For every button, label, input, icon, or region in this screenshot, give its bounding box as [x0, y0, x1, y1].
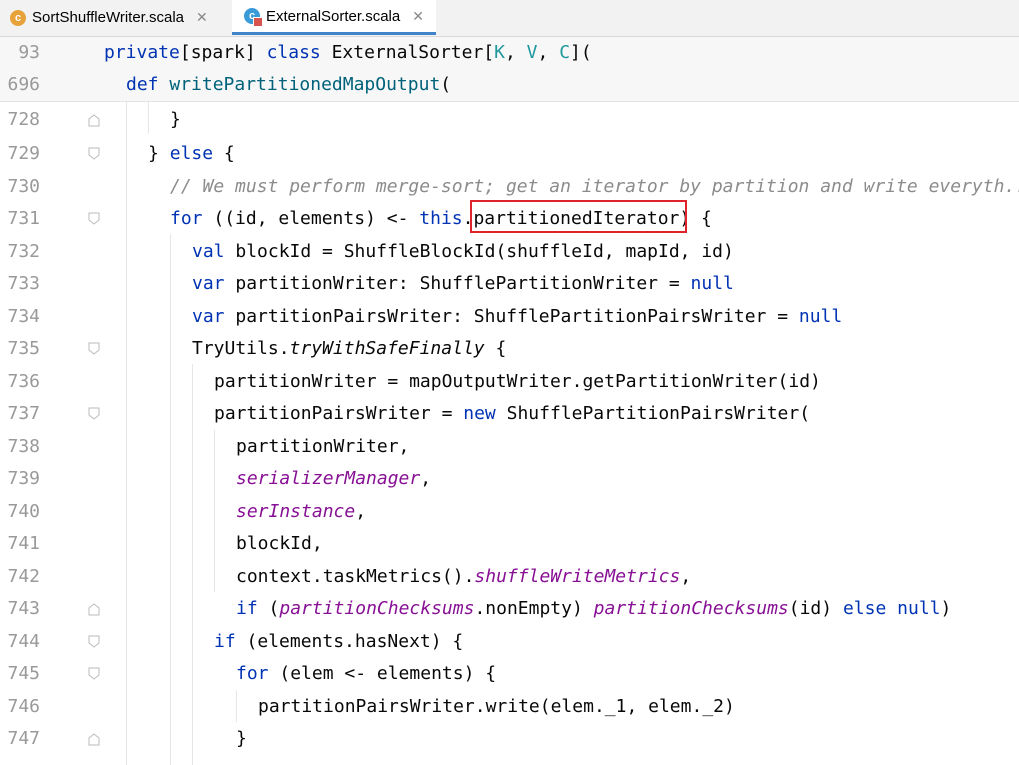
fold-end-icon[interactable]: [87, 602, 101, 616]
line-number: 744: [7, 631, 40, 652]
code-line[interactable]: 737 partitionPairsWriter = new ShufflePa…: [0, 398, 1019, 430]
line-number: 93: [18, 42, 40, 63]
code-line[interactable]: 747 }: [0, 723, 1019, 755]
line-number: 741: [7, 533, 40, 554]
line-number: 732: [7, 241, 40, 262]
code-line[interactable]: 733 var partitionWriter: ShufflePartitio…: [0, 268, 1019, 300]
highlight-box: [470, 200, 687, 233]
line-number: 745: [7, 663, 40, 684]
code-text: }: [236, 728, 247, 749]
close-icon[interactable]: ✕: [412, 8, 424, 25]
tab-label: ExternalSorter.scala: [266, 7, 401, 25]
close-icon[interactable]: ✕: [196, 9, 208, 26]
code-text: } else {: [148, 143, 235, 164]
scala-class-icon: c: [244, 8, 263, 27]
code-text: for (elem <- elements) {: [236, 663, 497, 684]
code-line[interactable]: 743 if (partitionChecksums.nonEmpty) par…: [0, 593, 1019, 625]
code-text: val blockId = ShuffleBlockId(shuffleId, …: [192, 241, 734, 262]
code-text: if (elements.hasNext) {: [214, 631, 464, 652]
line-number: 729: [7, 143, 40, 164]
code-text: serializerManager,: [236, 468, 432, 489]
scala-class-icon: c: [10, 9, 26, 26]
code-text: var partitionWriter: ShufflePartitionWri…: [192, 273, 734, 294]
line-number: 696: [7, 74, 40, 95]
code-text: partitionWriter = mapOutputWriter.getPar…: [214, 371, 821, 392]
line-number: 728: [7, 109, 40, 130]
code-line[interactable]: 742 context.taskMetrics().shuffleWriteMe…: [0, 561, 1019, 593]
code-line[interactable]: 740 serInstance,: [0, 496, 1019, 528]
code-text: TryUtils.tryWithSafeFinally {: [192, 338, 507, 359]
fold-end-icon[interactable]: [87, 113, 101, 127]
code-text: serInstance,: [236, 501, 367, 522]
line-number: 736: [7, 371, 40, 392]
code-text: var partitionPairsWriter: ShufflePartiti…: [192, 306, 843, 327]
line-number: 731: [7, 208, 40, 229]
code-text: partitionPairsWriter.write(elem._1, elem…: [258, 696, 735, 717]
sticky-line-class[interactable]: 93 private[spark] class ExternalSorter[K…: [0, 37, 1019, 70]
tab-label: SortShuffleWriter.scala: [32, 9, 185, 26]
line-number: 735: [7, 338, 40, 359]
line-number: 737: [7, 403, 40, 424]
line-number: 743: [7, 598, 40, 619]
line-number: 742: [7, 566, 40, 587]
code-text: // We must perform merge-sort; get an it…: [170, 176, 1019, 197]
code-text: if (partitionChecksums.nonEmpty) partiti…: [236, 598, 952, 619]
editor-tab-bar: c SortShuffleWriter.scala ✕ c ExternalSo…: [0, 0, 1019, 37]
line-number: 734: [7, 306, 40, 327]
code-text: blockId,: [236, 533, 323, 554]
line-number: 746: [7, 696, 40, 717]
code-line[interactable]: 738 partitionWriter,: [0, 431, 1019, 463]
code-line[interactable]: 734 var partitionPairsWriter: ShufflePar…: [0, 301, 1019, 333]
code-line[interactable]: 729 } else {: [0, 138, 1019, 170]
code-line[interactable]: 741 blockId,: [0, 528, 1019, 560]
code-line[interactable]: 735 TryUtils.tryWithSafeFinally {: [0, 333, 1019, 365]
tab-externalsorter[interactable]: c ExternalSorter.scala ✕: [232, 0, 436, 35]
fold-toggle-icon[interactable]: [87, 342, 101, 356]
code-line[interactable]: 736 partitionWriter = mapOutputWriter.ge…: [0, 366, 1019, 398]
code-line[interactable]: 730 // We must perform merge-sort; get a…: [0, 171, 1019, 203]
code-line[interactable]: 739 serializerManager,: [0, 463, 1019, 495]
code-line[interactable]: 744 if (elements.hasNext) {: [0, 626, 1019, 658]
fold-toggle-icon[interactable]: [87, 635, 101, 649]
code-text: }: [170, 109, 181, 130]
code-text: partitionPairsWriter = new ShufflePartit…: [214, 403, 811, 424]
line-number: 739: [7, 468, 40, 489]
code-line[interactable]: 746 partitionPairsWriter.write(elem._1, …: [0, 691, 1019, 723]
fold-toggle-icon[interactable]: [87, 212, 101, 226]
tab-sortshufflewriter[interactable]: c SortShuffleWriter.scala ✕: [10, 0, 208, 35]
line-number: 740: [7, 501, 40, 522]
line-number: 738: [7, 436, 40, 457]
fold-toggle-icon[interactable]: [87, 147, 101, 161]
line-number: 733: [7, 273, 40, 294]
fold-toggle-icon[interactable]: [87, 667, 101, 681]
code-line[interactable]: 728 }: [0, 104, 1019, 136]
fold-end-icon[interactable]: [87, 732, 101, 746]
code-text: partitionWriter,: [236, 436, 410, 457]
code-line[interactable]: 732 val blockId = ShuffleBlockId(shuffle…: [0, 236, 1019, 268]
fold-toggle-icon[interactable]: [87, 407, 101, 421]
line-number: 730: [7, 176, 40, 197]
code-text: context.taskMetrics().shuffleWriteMetric…: [236, 566, 692, 587]
sticky-line-method[interactable]: 696 def writePartitionedMapOutput(: [0, 69, 1019, 102]
code-line[interactable]: 745 for (elem <- elements) {: [0, 658, 1019, 690]
code-text: private[spark] class ExternalSorter[K, V…: [104, 42, 592, 63]
line-number: 747: [7, 728, 40, 749]
code-text: def writePartitionedMapOutput(: [126, 74, 452, 95]
